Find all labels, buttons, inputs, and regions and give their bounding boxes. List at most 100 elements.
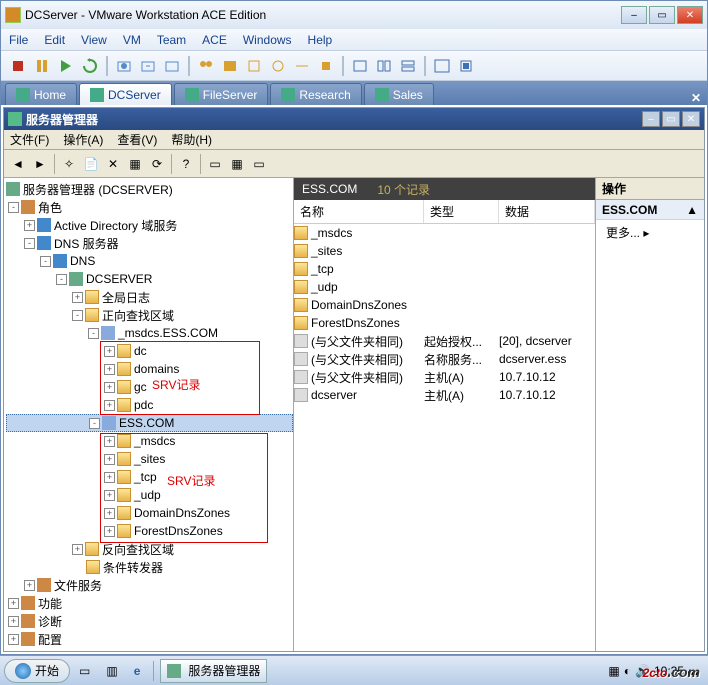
expander[interactable]: + [104,526,115,537]
tab-home[interactable]: Home [5,83,77,105]
list-row[interactable]: (与父文件夹相同)名称服务...dcserver.ess [294,350,595,368]
tree-fwzone[interactable]: 正向查找区域 [102,307,174,324]
list-row[interactable]: (与父文件夹相同)起始授权...[20], dcserver [294,332,595,350]
tabs-close-icon[interactable]: ✕ [691,91,701,105]
menu-team[interactable]: Team [157,33,186,47]
maximize-button[interactable]: ▭ [649,6,675,24]
tree-fdz[interactable]: ForestDnsZones [134,524,223,538]
sm-menu-file[interactable]: 文件(F) [10,131,49,148]
sm-close-button[interactable]: ✕ [682,111,700,127]
help-icon[interactable]: ? [176,154,196,174]
col-data[interactable]: 数据 [499,200,595,223]
team-icon-3[interactable] [243,55,265,77]
menu-view[interactable]: View [81,33,107,47]
tree-ess[interactable]: ESS.COM [119,416,174,430]
forward-icon[interactable]: ► [30,154,50,174]
stop-icon[interactable] [7,55,29,77]
col-name[interactable]: 名称 [294,200,424,223]
view-1-icon[interactable] [349,55,371,77]
unity-icon[interactable] [455,55,477,77]
list-row[interactable]: _msdcs [294,224,595,242]
col-type[interactable]: 类型 [424,200,499,223]
tree-ad[interactable]: Active Directory 域服务 [54,217,177,234]
sm-minimize-button[interactable]: – [642,111,660,127]
tree-condfwd[interactable]: 条件转发器 [103,559,163,576]
sm-menu-view[interactable]: 查看(V) [117,131,157,148]
tree-domains[interactable]: domains [134,362,179,376]
fullscreen-icon[interactable] [431,55,453,77]
tray-icon[interactable]: ◐ [624,664,631,678]
tree-udp[interactable]: _udp [134,488,161,502]
expander[interactable]: + [104,400,115,411]
expander[interactable]: + [8,616,19,627]
menu-windows[interactable]: Windows [243,33,292,47]
tab-sales[interactable]: Sales [364,83,434,105]
team-icon-4[interactable] [267,55,289,77]
tree-diag[interactable]: 诊断 [38,613,62,630]
expander[interactable]: + [72,292,83,303]
list-row[interactable]: ForestDnsZones [294,314,595,332]
quicklaunch-icon[interactable]: ▥ [99,659,124,683]
tree-ddz[interactable]: DomainDnsZones [134,506,230,520]
sm-maximize-button[interactable]: ▭ [662,111,680,127]
sm-menu-help[interactable]: 帮助(H) [171,131,212,148]
list-row[interactable]: _sites [294,242,595,260]
tree-revzone[interactable]: 反向查找区域 [102,541,174,558]
expander[interactable]: - [40,256,51,267]
expander[interactable]: - [88,328,99,339]
expander[interactable]: + [24,220,35,231]
tree-dcserver[interactable]: DCSERVER [86,272,152,286]
expander[interactable]: + [104,346,115,357]
expander[interactable]: + [104,436,115,447]
view-2-icon[interactable] [373,55,395,77]
snapshot-icon[interactable] [113,55,135,77]
tree-dns-server[interactable]: DNS 服务器 [54,235,119,252]
expander[interactable]: + [104,382,115,393]
expander[interactable]: + [104,364,115,375]
menu-vm[interactable]: VM [123,33,141,47]
expander[interactable]: + [104,454,115,465]
list-row[interactable]: (与父文件夹相同)主机(A)10.7.10.12 [294,368,595,386]
view-3-icon[interactable] [397,55,419,77]
expander[interactable]: + [104,490,115,501]
tree-file-services[interactable]: 文件服务 [54,577,102,594]
tree-dns[interactable]: DNS [70,254,95,268]
expander[interactable]: + [72,544,83,555]
delete-icon[interactable]: ✕ [103,154,123,174]
sm-menu-action[interactable]: 操作(A) [63,131,103,148]
expander[interactable]: - [24,238,35,249]
tree-dc[interactable]: dc [134,344,147,358]
refresh-icon[interactable]: ⟳ [147,154,167,174]
toolbar-icon[interactable]: ▦ [227,154,247,174]
expander[interactable]: - [56,274,67,285]
tab-dcserver[interactable]: DCServer [79,83,172,105]
tree-pane[interactable]: 服务器管理器 (DCSERVER) -角色 +Active Directory … [4,178,294,651]
toolbar-icon[interactable]: 📄 [81,154,101,174]
expander[interactable]: + [8,634,19,645]
toolbar-icon[interactable]: ▭ [249,154,269,174]
expander[interactable]: + [24,580,35,591]
menu-ace[interactable]: ACE [202,33,227,47]
actions-more[interactable]: 更多... ▸ [596,220,704,245]
revert-icon[interactable] [137,55,159,77]
list-row[interactable]: dcserver主机(A)10.7.10.12 [294,386,595,404]
menu-file[interactable]: File [9,33,28,47]
team-icon-2[interactable] [219,55,241,77]
expander[interactable]: + [8,598,19,609]
expander[interactable]: - [8,202,19,213]
tree-global-log[interactable]: 全局日志 [102,289,150,306]
team-icon-5[interactable] [291,55,313,77]
tray-icon[interactable]: ▦ [608,664,619,678]
list-row[interactable]: _udp [294,278,595,296]
menu-help[interactable]: Help [308,33,333,47]
new-icon[interactable]: ✧ [59,154,79,174]
expander[interactable]: - [72,310,83,321]
list-row[interactable]: DomainDnsZones [294,296,595,314]
taskbar-app[interactable]: 服务器管理器 [160,659,267,683]
tree-pdc[interactable]: pdc [134,398,153,412]
tree-features[interactable]: 功能 [38,595,62,612]
expander[interactable]: + [104,508,115,519]
close-button[interactable]: ✕ [677,6,703,24]
manage-icon[interactable] [161,55,183,77]
reset-icon[interactable] [79,55,101,77]
